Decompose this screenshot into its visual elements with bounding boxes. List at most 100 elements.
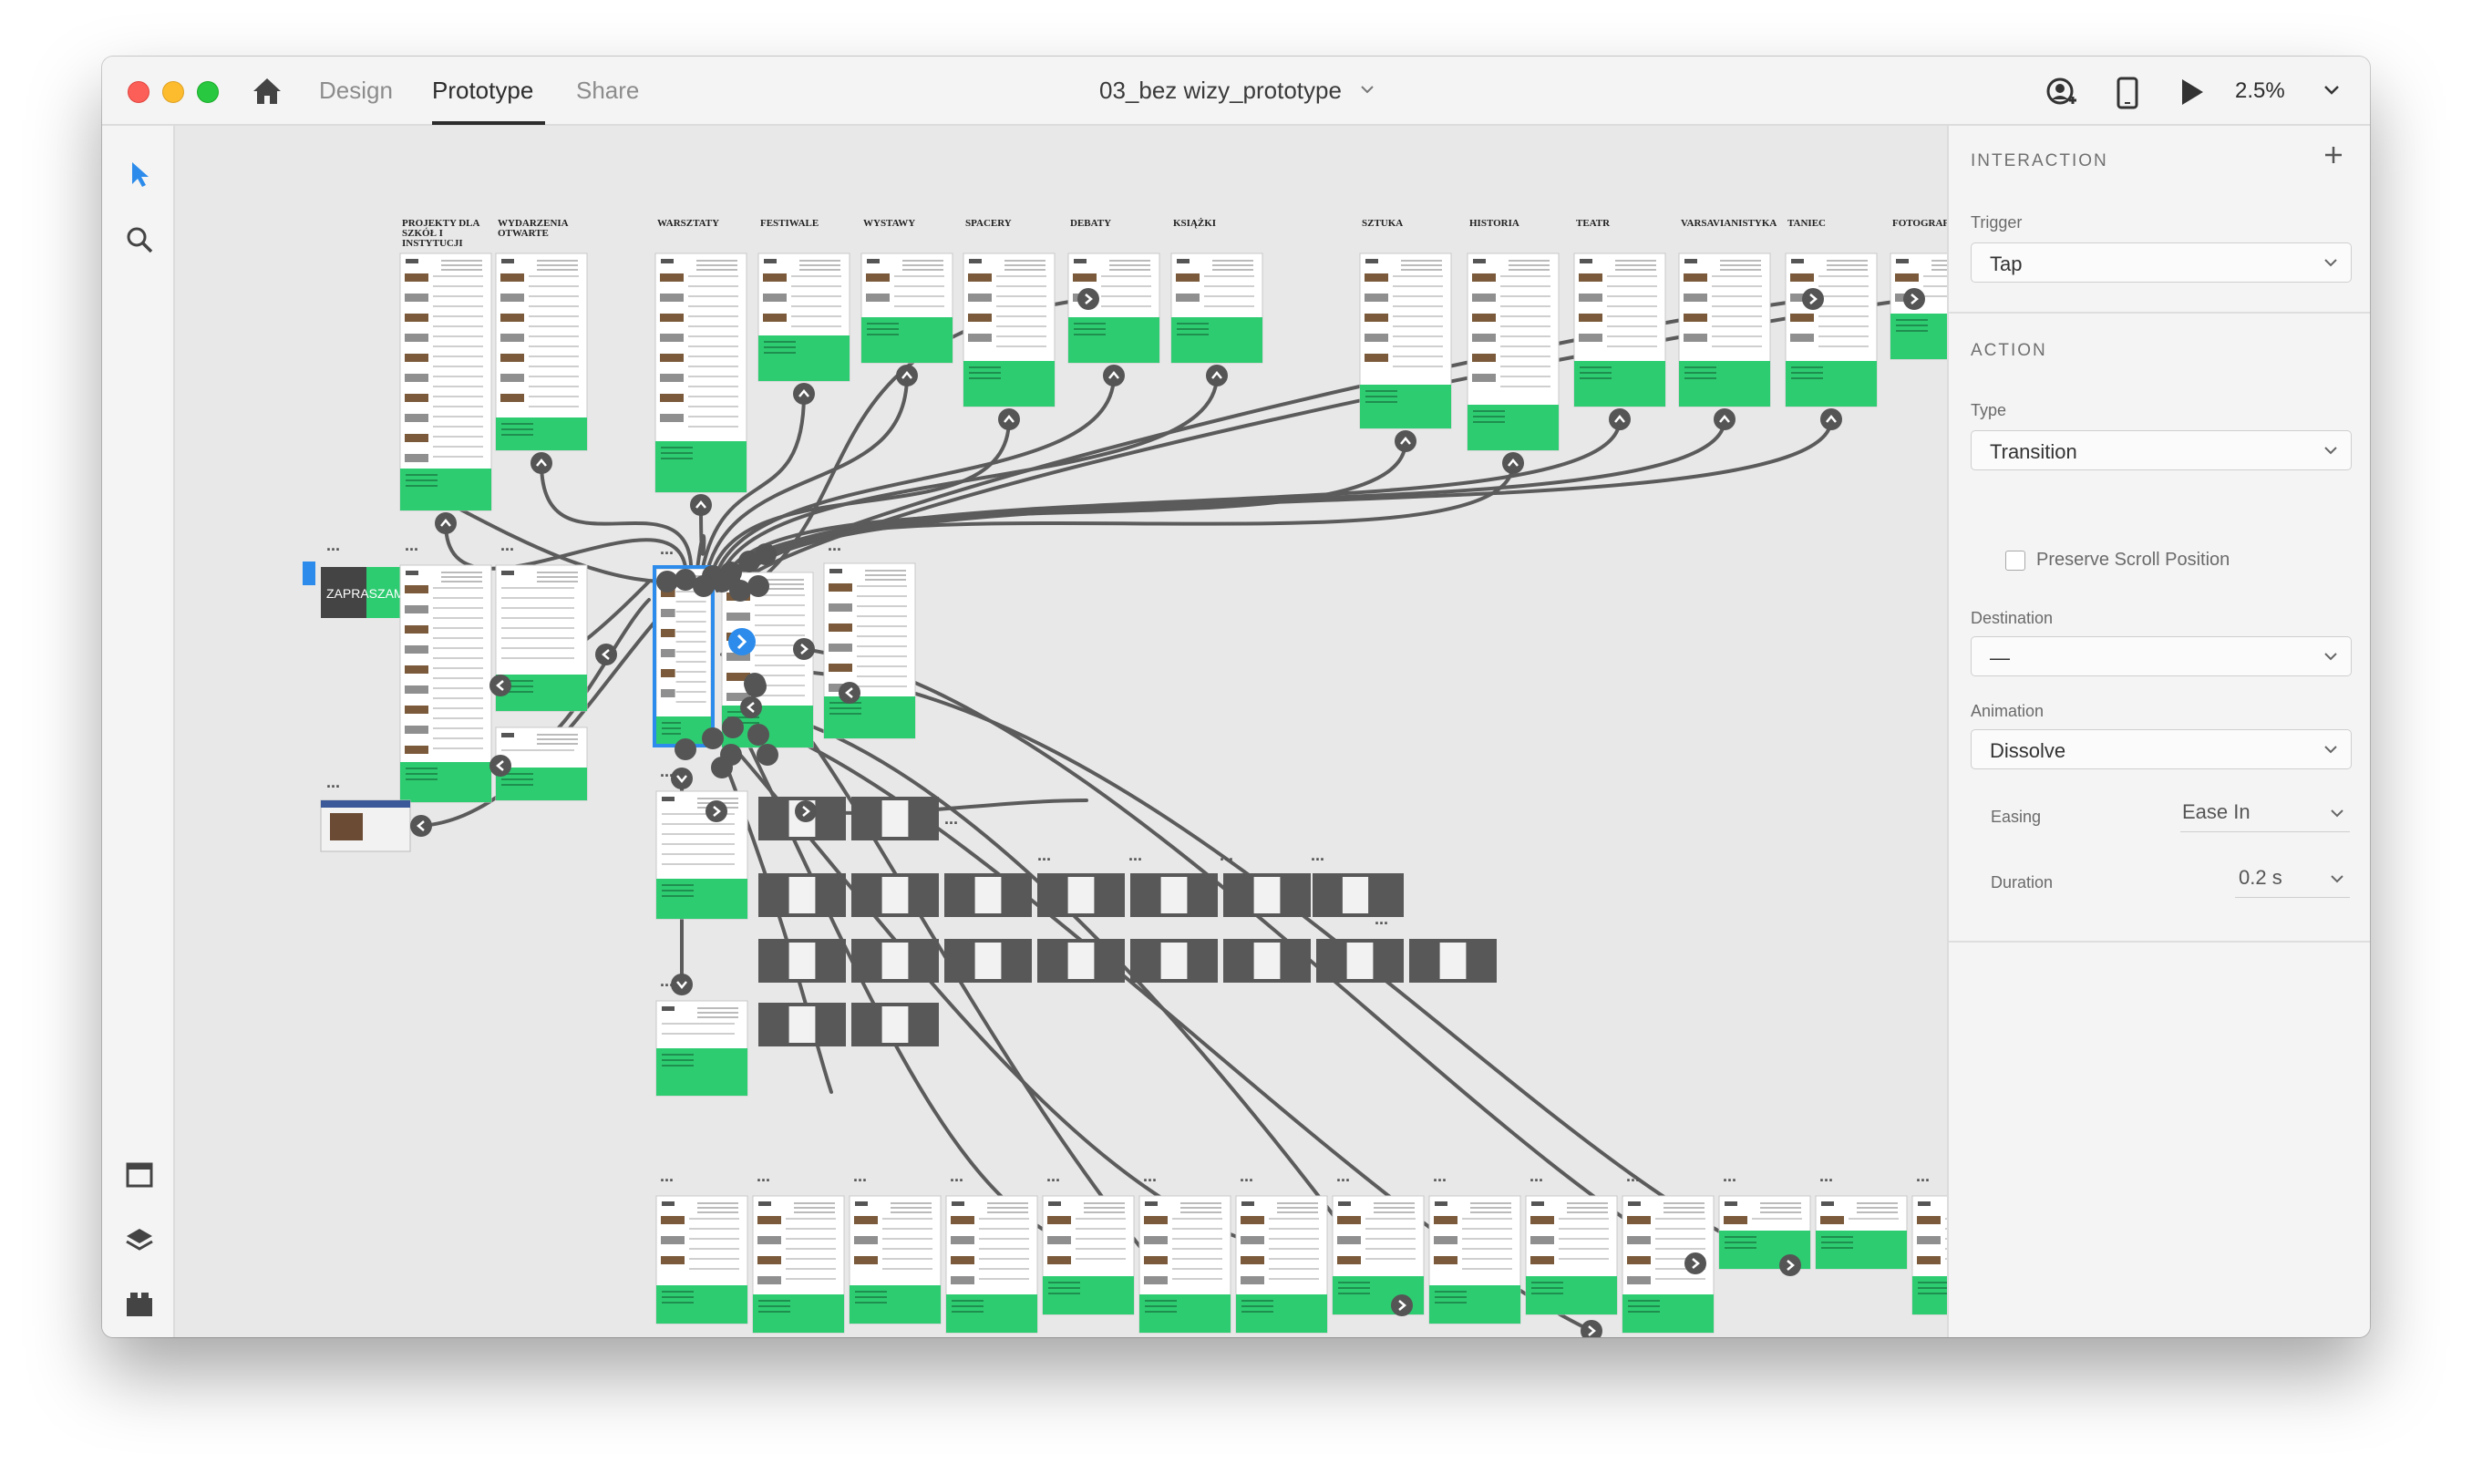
chevron-down-icon[interactable] — [1360, 84, 1375, 95]
artboard-thumbnail — [951, 1216, 974, 1224]
minimize-window-button[interactable] — [162, 81, 184, 103]
handle-circle — [489, 755, 511, 777]
select-arrow-icon[interactable] — [124, 159, 155, 190]
detail-artboard[interactable] — [1911, 1195, 1947, 1315]
artboard-thumbnail — [500, 273, 524, 282]
artboard-icon[interactable] — [124, 1159, 155, 1190]
close-window-button[interactable] — [128, 81, 149, 103]
section-artboard[interactable] — [757, 252, 850, 382]
handle-circle — [410, 815, 432, 837]
artboard-menu-dots: ... — [1037, 846, 1051, 864]
artboard-footer-text — [952, 1311, 984, 1313]
handle-circle — [896, 365, 918, 386]
artboard-thumbnail — [1917, 1256, 1941, 1264]
artboard-thumbnail — [660, 394, 684, 402]
section-artboard[interactable] — [1067, 252, 1160, 364]
easing-select[interactable]: Ease In — [2180, 795, 2350, 832]
artboard-text-line — [1655, 1248, 1705, 1250]
animation-select[interactable]: Dissolve — [1971, 729, 2352, 769]
artboard-text-line — [894, 305, 944, 307]
assets-icon[interactable] — [124, 1289, 155, 1320]
zoom-level[interactable]: 2.5% — [2235, 78, 2285, 104]
user-add-icon[interactable] — [2045, 77, 2078, 109]
section-artboard[interactable] — [1785, 252, 1878, 407]
artboard-text-line — [1827, 260, 1868, 262]
artboard[interactable] — [399, 564, 492, 803]
section-artboard[interactable] — [1678, 252, 1771, 407]
play-icon[interactable] — [2178, 77, 2206, 108]
artboard-thumbnail — [1472, 294, 1496, 302]
artboard-text-line — [688, 305, 738, 307]
artboard-footer-text — [1145, 1305, 1177, 1307]
section-artboard[interactable] — [860, 252, 953, 364]
zoom-window-button[interactable] — [197, 81, 219, 103]
detail-artboard[interactable] — [1428, 1195, 1521, 1324]
artboard[interactable] — [655, 790, 748, 920]
duration-select[interactable]: 0.2 s — [2235, 861, 2350, 898]
artboard-text-line — [996, 345, 1046, 347]
detail-artboard[interactable] — [1042, 1195, 1135, 1315]
artboard-text-line — [1101, 275, 1151, 277]
document-title[interactable]: 03_bez wizy_prototype — [1099, 77, 1342, 105]
artboard-footer-text — [1896, 330, 1928, 332]
artboard[interactable] — [655, 1000, 748, 1097]
artboard-text-line — [786, 1238, 836, 1240]
artboard-footer-text — [406, 773, 438, 775]
artboard-thumbnail — [660, 374, 684, 382]
type-select[interactable]: Transition — [1971, 430, 2352, 470]
section-artboard[interactable] — [1170, 252, 1263, 364]
home-icon[interactable] — [252, 77, 283, 106]
detail-artboard[interactable] — [849, 1195, 942, 1324]
artboard-text-line — [697, 1012, 738, 1014]
artboard-text-line — [433, 717, 483, 719]
detail-artboard[interactable] — [655, 1195, 748, 1324]
artboard-logo — [1473, 259, 1486, 263]
preserve-scroll-checkbox[interactable] — [2005, 551, 2025, 571]
section-artboard[interactable] — [399, 252, 492, 511]
section-artboard[interactable] — [963, 252, 1056, 407]
artboard-text-line — [996, 335, 1046, 337]
detail-artboard[interactable] — [752, 1195, 845, 1334]
connection-handle — [1581, 1320, 1602, 1337]
trigger-select[interactable]: Tap — [1971, 242, 2352, 283]
detail-artboard[interactable] — [1138, 1195, 1231, 1334]
artboard[interactable] — [823, 562, 916, 739]
zoom-dropdown-icon[interactable] — [2323, 84, 2341, 97]
detail-artboard[interactable] — [1235, 1195, 1328, 1334]
artboard-text-line — [1212, 269, 1253, 271]
artboard-text-line — [902, 260, 943, 262]
add-interaction-icon[interactable] — [2323, 144, 2344, 166]
tab-design[interactable]: Design — [319, 77, 393, 105]
section-artboard[interactable] — [495, 252, 588, 451]
detail-artboard[interactable] — [1332, 1195, 1425, 1315]
artboard-text-line — [689, 1218, 739, 1220]
artboard-menu-dots: ... — [1530, 1167, 1543, 1185]
artboard-text-line — [1172, 1258, 1222, 1260]
detail-artboard[interactable] — [1525, 1195, 1618, 1315]
detail-artboard[interactable] — [945, 1195, 1038, 1334]
tab-prototype[interactable]: Prototype — [432, 77, 533, 105]
mobile-preview-icon[interactable] — [2117, 77, 2138, 109]
layers-icon[interactable] — [124, 1225, 155, 1256]
artboard-text-line — [857, 585, 907, 587]
artboard-text-line — [763, 579, 804, 581]
dark-artboard — [1130, 939, 1218, 983]
section-artboard[interactable] — [1573, 252, 1666, 407]
section-artboard[interactable] — [1359, 252, 1452, 429]
prototype-canvas[interactable]: ZAPRASZAMY! PROJEKTY DLA SZKÓŁ I INSTYTUCJI… — [175, 126, 1947, 1337]
connection-handle — [1395, 430, 1416, 452]
dark-artboard — [1223, 939, 1311, 983]
artboard-thumbnail — [405, 454, 428, 462]
detail-artboard[interactable] — [1815, 1195, 1908, 1270]
destination-select[interactable]: — — [1971, 636, 2352, 676]
artboard-text-line — [1269, 1258, 1319, 1260]
section-artboard[interactable] — [654, 252, 747, 493]
tab-share[interactable]: Share — [576, 77, 639, 105]
artboard-text-line — [1655, 1238, 1705, 1240]
zoom-search-icon[interactable] — [124, 224, 155, 255]
artboard-thumbnail — [763, 314, 787, 322]
section-artboard[interactable] — [1467, 252, 1560, 451]
artboard-thumbnail — [1579, 314, 1602, 322]
artboard-thumbnail — [1790, 273, 1814, 282]
artboard-text-line — [433, 456, 483, 458]
